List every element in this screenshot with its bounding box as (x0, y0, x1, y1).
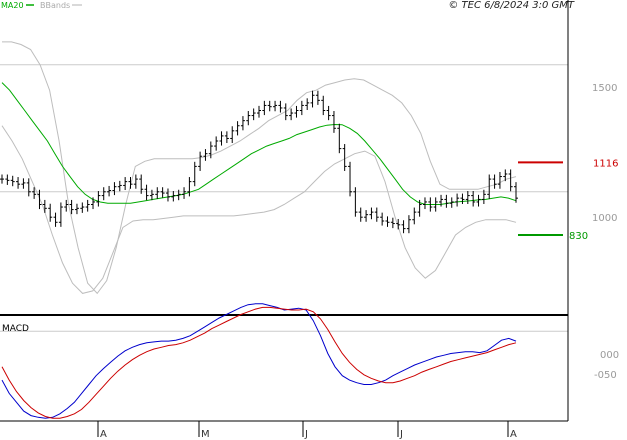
x-month-label-4: A (510, 429, 517, 440)
price-panel (0, 0, 568, 315)
bbands-legend-label: BBands (40, 1, 70, 10)
x-axis: AMJJA (97, 421, 517, 440)
ma20-legend-label: MA20 (1, 1, 24, 10)
macd-tick-minus050: -050 (594, 370, 617, 381)
macd-tick-000: 000 (600, 350, 619, 361)
support-level-label: 830 (569, 231, 588, 242)
resistance-level-label: 1116 (593, 158, 618, 169)
x-month-label-3: J (399, 429, 403, 440)
x-month-label-2: J (304, 429, 308, 440)
copyright-text: © TEC 6/8/2024 3:0 GMT (448, 0, 575, 11)
price-tick-1500: 1500 (592, 83, 617, 94)
macd-title: MACD (2, 324, 29, 334)
chart-canvas: MA20 BBands © TEC 6/8/2024 3:0 GMT 1500 … (0, 0, 619, 440)
x-month-label-0: A (100, 429, 107, 440)
price-tick-1000: 1000 (592, 213, 617, 224)
x-month-label-1: M (201, 429, 210, 440)
